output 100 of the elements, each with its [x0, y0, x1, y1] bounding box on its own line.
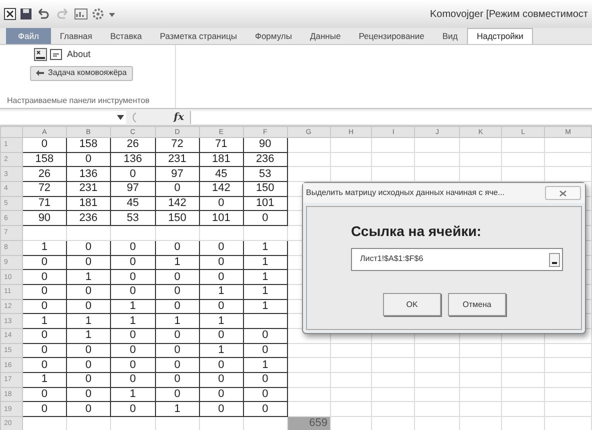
table-cell: 97	[110, 182, 156, 196]
table-cell: 0	[110, 270, 156, 284]
table-cell: 0	[155, 182, 200, 196]
reference-field[interactable]: Лист1!$A$1:$F$6	[351, 248, 563, 271]
file-tab[interactable]: Файл	[6, 28, 51, 44]
table-cell: 0	[110, 358, 156, 372]
table-cell: 0	[66, 255, 110, 270]
table-cell: 53	[110, 210, 156, 226]
window-title: Komovojger [Режим совместимост	[430, 8, 588, 22]
table-cell: 142	[199, 182, 244, 196]
ribbon-tab[interactable]: Формулы	[246, 28, 301, 44]
table-cell: 0	[66, 284, 110, 300]
table-cell: 231	[155, 152, 200, 167]
formula-input[interactable]	[190, 110, 592, 124]
table-cell: 1	[243, 270, 288, 284]
table-cell: 1	[243, 255, 288, 270]
table-cell: 0	[243, 210, 288, 226]
dropdown-icon[interactable]	[117, 114, 124, 120]
table-cell: 0	[199, 402, 244, 417]
table-cell: 0	[22, 358, 66, 372]
table-cell: 0	[199, 240, 244, 255]
table-cell: 45	[199, 166, 244, 182]
table-cell: 0	[66, 343, 110, 358]
window-icon[interactable]	[50, 49, 62, 60]
chart-icon[interactable]	[74, 8, 88, 20]
table-cell: 659	[287, 416, 330, 430]
table-cell: 1	[155, 255, 200, 270]
table-cell: 0	[110, 284, 156, 300]
table-cell: 0	[22, 343, 66, 358]
table-cell: 0	[22, 138, 66, 152]
table-cell: 1	[243, 299, 288, 314]
table-cell: 0	[110, 343, 156, 358]
save-icon[interactable]	[20, 8, 32, 20]
ribbon-tab[interactable]: Рецензирование	[350, 28, 434, 44]
table-cell: 1	[110, 299, 156, 314]
table-cell: 1	[243, 358, 288, 372]
cancel-button[interactable]: Отмена	[448, 293, 506, 316]
table-cell: 71	[22, 196, 66, 211]
ok-button[interactable]: OK	[383, 293, 441, 316]
table-cell: 158	[22, 152, 66, 167]
table-cell: 1	[66, 270, 110, 284]
table-cell: 0	[199, 387, 244, 402]
table-cell: 181	[199, 152, 244, 167]
table-cell: 0	[199, 196, 244, 211]
table-cell: 1	[110, 314, 156, 328]
table-cell: 1	[66, 328, 110, 344]
table-cell: 231	[66, 182, 110, 196]
table-cell: 1	[22, 372, 66, 388]
function-button[interactable]: fx	[174, 110, 184, 124]
dialog-heading: Ссылка на ячейки:	[351, 222, 482, 241]
table-cell: 0	[199, 270, 244, 284]
ribbon-tab[interactable]: Надстройки	[466, 28, 534, 44]
ribbon-tab[interactable]: Вставка	[101, 28, 151, 44]
table-cell: 1	[199, 343, 244, 358]
table-cell: 0	[199, 299, 244, 314]
ribbon-tab[interactable]: Главная	[50, 28, 102, 44]
group-label: Настраиваемые панели инструментов	[7, 95, 150, 107]
table-cell: 26	[110, 138, 156, 152]
table-cell: 0	[22, 328, 66, 344]
minimize-icon	[552, 262, 557, 264]
table-cell: 0	[66, 372, 110, 388]
table-cell: 150	[243, 182, 288, 196]
table-cell: 0	[66, 240, 110, 255]
table-cell: 72	[155, 138, 200, 152]
table-cell: 45	[110, 196, 156, 211]
table-cell: 0	[155, 343, 200, 358]
ribbon-tab[interactable]: Вид	[433, 28, 467, 44]
app-icon[interactable]	[4, 8, 16, 20]
table-cell: 0	[110, 402, 156, 417]
command-button[interactable]: Задача комовояжёра	[30, 66, 133, 80]
ribbon-tab[interactable]: Данные	[300, 28, 350, 44]
table-cell: 0	[199, 328, 244, 344]
gear-icon[interactable]	[92, 8, 104, 20]
table-cell: 97	[155, 166, 200, 182]
close-icon	[559, 190, 567, 196]
table-cell: 0	[155, 387, 200, 402]
table-cell: 136	[66, 166, 110, 182]
table-cell: 236	[243, 152, 288, 167]
table-cell: 0	[199, 255, 244, 270]
table-cell: 1	[22, 240, 66, 255]
table-cell: 0	[66, 387, 110, 402]
table-cell: 0	[66, 402, 110, 417]
table-cell: 0	[110, 240, 156, 255]
ribbon-tab[interactable]: Разметка страницы	[150, 28, 246, 44]
table-cell: 0	[155, 270, 200, 284]
table-cell: 1	[155, 314, 200, 328]
table-cell: 1	[243, 240, 288, 255]
about-button[interactable]: About	[67, 48, 91, 62]
table-cell: 0	[243, 372, 288, 388]
table-cell: 71	[199, 138, 244, 152]
table-cell: 0	[155, 240, 200, 255]
arrow-icon	[36, 70, 44, 76]
table-cell: 1	[110, 387, 156, 402]
spreadsheet-icon[interactable]	[34, 48, 47, 62]
dialog-title: Выделить матрицу исходных данных начиная с яче...	[306, 187, 506, 199]
close-button[interactable]	[545, 186, 581, 200]
table-cell: 0	[155, 328, 200, 344]
table-cell: 53	[243, 166, 288, 182]
table-cell: 0	[22, 270, 66, 284]
collapse-button[interactable]	[549, 253, 560, 267]
